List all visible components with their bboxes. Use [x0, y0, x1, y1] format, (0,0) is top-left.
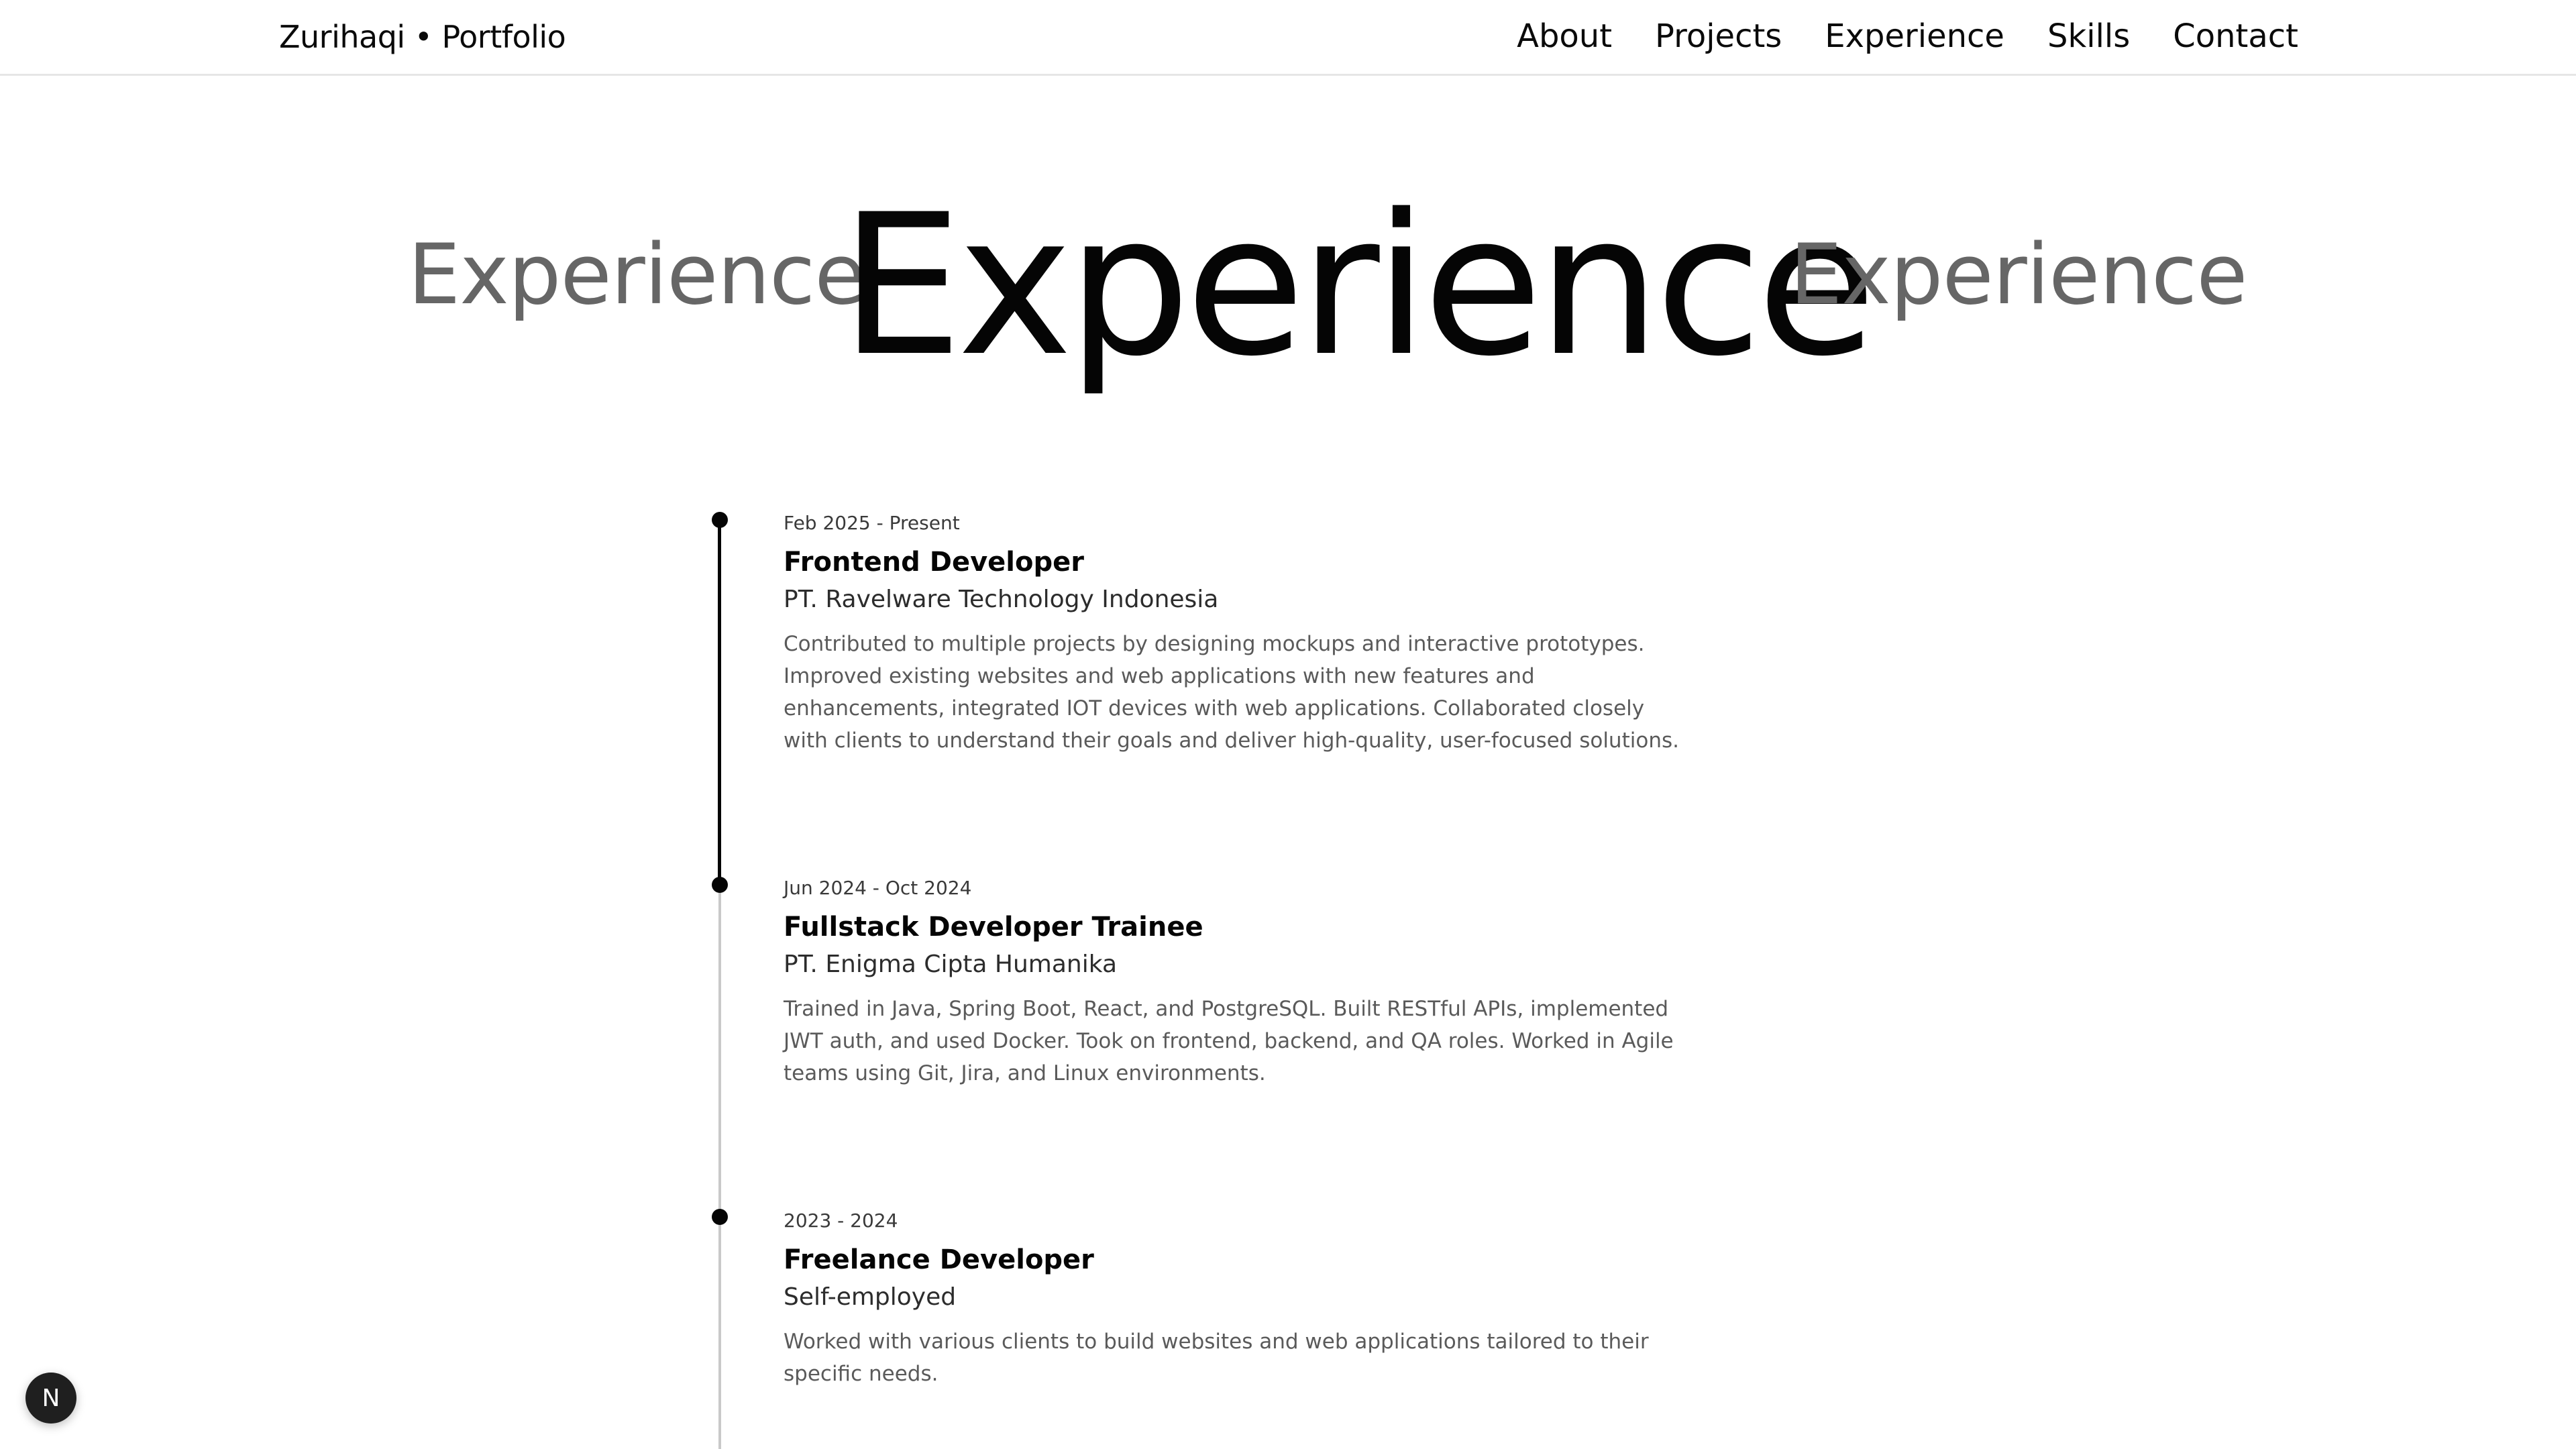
nav-experience-link[interactable]: Experience: [1825, 17, 2004, 55]
experience-description: Trained in Java, Spring Boot, React, and…: [784, 997, 1674, 1085]
hero-side-heading-left: Experience: [408, 227, 866, 323]
nav-projects-link[interactable]: Projects: [1655, 17, 1782, 55]
timeline-line: [718, 885, 721, 1449]
experience-entry: 2023 - 2024 Freelance Developer Self-emp…: [784, 1208, 1682, 1390]
hero-side-heading-right: Experience: [1790, 227, 2248, 323]
experience-role: Frontend Developer: [784, 547, 1084, 578]
experience-description: Contributed to multiple projects by desi…: [784, 632, 1679, 753]
experience-description: Worked with various clients to build web…: [784, 1330, 1649, 1386]
experience-company: PT. Ravelware Technology Indonesia: [784, 586, 1219, 613]
experience-company: Self-employed: [784, 1283, 957, 1311]
timeline-dot: [712, 877, 728, 893]
next-logo-icon[interactable]: N: [25, 1373, 76, 1424]
experience-entry: Jun 2024 - Oct 2024 Fullstack Developer …: [784, 875, 1682, 1089]
timeline-dot: [712, 512, 728, 528]
experience-entry: Feb 2025 - Present Frontend Developer PT…: [784, 510, 1682, 757]
experience-company: PT. Enigma Cipta Humanika: [784, 951, 1118, 978]
experience-date: 2023 - 2024: [784, 1210, 898, 1232]
hero-main-heading: Experience: [840, 173, 1876, 399]
experience-date: Feb 2025 - Present: [784, 512, 960, 534]
timeline-line-active: [718, 520, 721, 885]
brand-logo[interactable]: Zurihaqi • Portfolio: [279, 19, 566, 55]
nav-contact-link[interactable]: Contact: [2173, 17, 2298, 55]
timeline-dot: [712, 1209, 728, 1225]
main-nav: About Projects Experience Skills Contact: [1517, 17, 2298, 55]
badge-label: N: [42, 1384, 60, 1412]
nav-about-link[interactable]: About: [1517, 17, 1612, 55]
top-navbar: Zurihaqi • Portfolio About Projects Expe…: [0, 0, 2576, 76]
experience-role: Freelance Developer: [784, 1244, 1094, 1275]
experience-date: Jun 2024 - Oct 2024: [784, 877, 972, 899]
nav-skills-link[interactable]: Skills: [2047, 17, 2130, 55]
experience-role: Fullstack Developer Trainee: [784, 912, 1203, 943]
